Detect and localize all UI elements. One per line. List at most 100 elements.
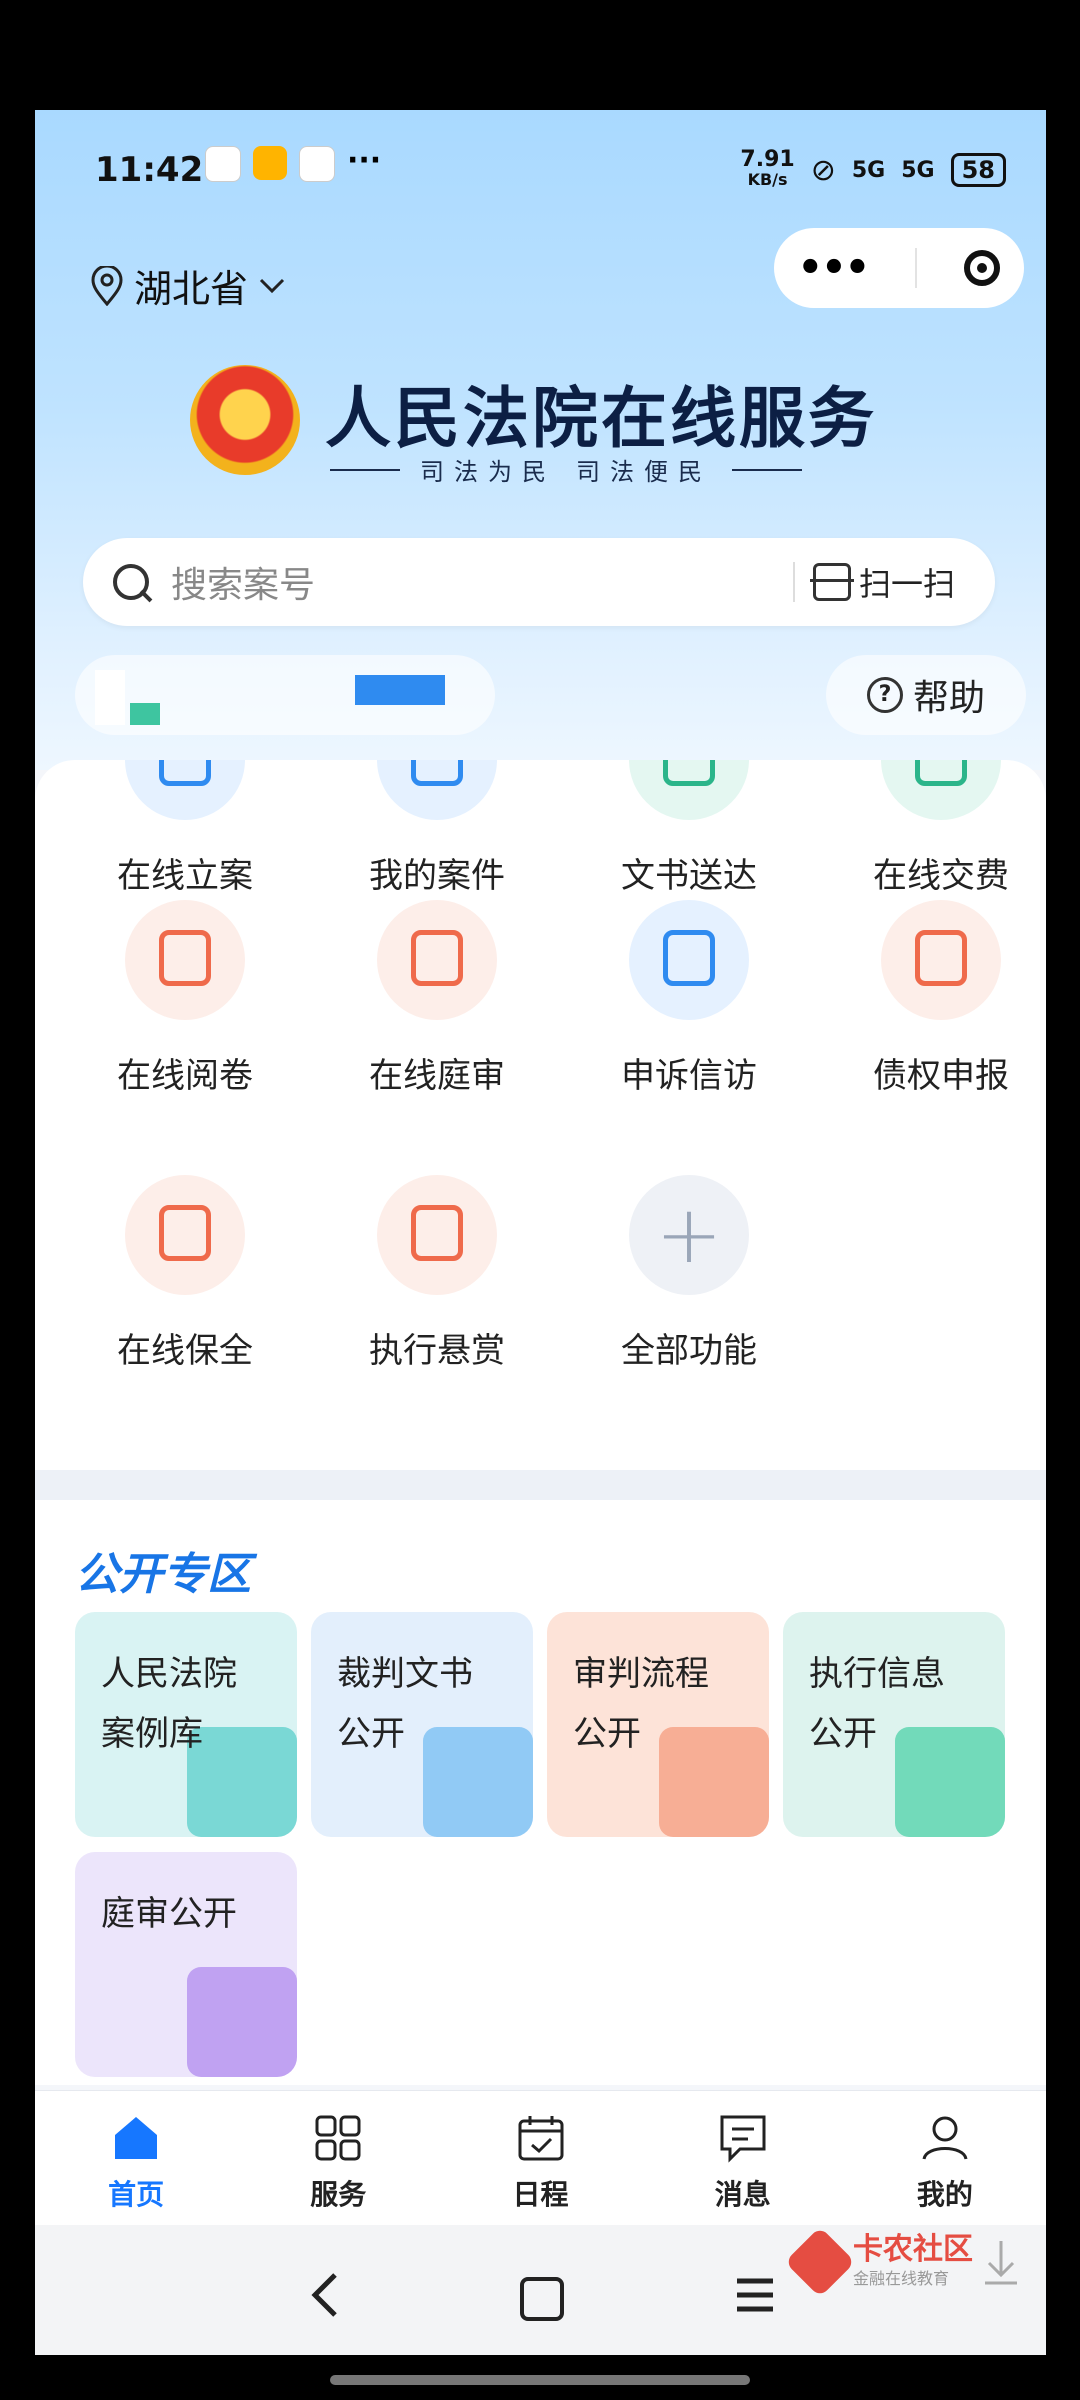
folder-icon xyxy=(377,760,497,820)
signal-1-icon: 5G xyxy=(851,157,886,183)
system-navbar: 卡农社区 金融在线教育 xyxy=(35,2225,1046,2355)
court-emblem-icon xyxy=(190,365,300,475)
location-selector[interactable]: 湖北省 xyxy=(90,258,286,313)
tab-label: 服务 xyxy=(310,2178,367,2211)
menu-nav-icon[interactable] xyxy=(735,2275,775,2315)
search-divider xyxy=(792,562,795,602)
function-label: 在线立案 xyxy=(117,856,253,896)
function-money-bag[interactable]: 执行悬赏 xyxy=(311,1175,563,1372)
net-speed: 7.91 KB/s xyxy=(740,147,795,190)
function-label: 执行悬赏 xyxy=(369,1331,505,1371)
card-title: 审判流程 xyxy=(573,1654,709,1694)
back-nav-icon[interactable] xyxy=(305,2270,345,2320)
function-label: 债权申报 xyxy=(873,1056,1009,1096)
bottom-tabbar: 首页 服务 日程 消息 我的 xyxy=(35,2090,1046,2226)
signal-2-icon: 5G xyxy=(901,157,935,183)
petition-icon xyxy=(629,900,749,1020)
function-gavel-monitor[interactable]: 在线庭审 xyxy=(311,900,563,1097)
reading-icon xyxy=(125,900,245,1020)
function-yuan-document[interactable]: 债权申报 xyxy=(815,900,1046,1097)
home-icon xyxy=(111,2113,161,2163)
public-card[interactable]: 裁判文书 公开 xyxy=(311,1612,533,1837)
watermark-logo xyxy=(784,2226,856,2298)
function-folder[interactable]: 我的案件 xyxy=(311,700,563,897)
home-nav-icon[interactable] xyxy=(520,2277,564,2321)
public-section-title: 公开专区 xyxy=(75,1549,251,1600)
card-title: 人民法院 xyxy=(101,1654,237,1694)
close-miniapp-button[interactable] xyxy=(964,250,1001,286)
card-subtitle: 公开 xyxy=(809,1714,877,1754)
more-notifications-icon: ··· xyxy=(347,143,382,178)
section-divider xyxy=(35,1470,1046,1500)
location-label: 湖北省 xyxy=(134,267,249,311)
function-label: 在线保全 xyxy=(117,1331,253,1371)
gavel-monitor-icon xyxy=(377,900,497,1020)
function-file[interactable]: 在线立案 xyxy=(59,700,311,897)
card-illustration-icon xyxy=(187,1967,297,2077)
mail-check-icon xyxy=(629,760,749,820)
search-input[interactable]: 搜索案号 xyxy=(171,556,793,608)
function-label: 在线阅卷 xyxy=(117,1056,253,1096)
tab-grid[interactable]: 服务 xyxy=(237,2091,439,2226)
gesture-pill xyxy=(330,2375,750,2385)
notes-app-icon xyxy=(253,146,287,180)
search-bar[interactable]: 搜索案号 扫一扫 xyxy=(83,538,995,626)
function-shield[interactable]: 在线保全 xyxy=(59,1175,311,1372)
public-card[interactable]: 执行信息 公开 xyxy=(783,1612,1005,1837)
hotspot-icon: ⊘ xyxy=(810,152,836,188)
tab-calendar[interactable]: 日程 xyxy=(439,2091,641,2226)
watermark-name: 卡农社区 xyxy=(853,2232,973,2267)
tab-message[interactable]: 消息 xyxy=(642,2091,844,2226)
function-payment[interactable]: 在线交费 xyxy=(815,700,1046,897)
more-menu-button[interactable]: ••• xyxy=(798,245,871,291)
slogan-right: 司法便民 xyxy=(576,458,712,486)
status-time: 11:42 xyxy=(95,150,204,190)
slogan-line-left xyxy=(330,468,400,471)
tab-home[interactable]: 首页 xyxy=(35,2091,237,2226)
slogan-left: 司法为民 xyxy=(420,458,556,486)
hero-header: 11:42 ··· 7.91 KB/s ⊘ 5G 5G 58 湖北省 ••• 人… xyxy=(35,110,1046,770)
card-subtitle: 公开 xyxy=(337,1714,405,1754)
function-plus[interactable]: + 全部功能 xyxy=(563,1175,815,1372)
function-label: 文书送达 xyxy=(621,856,757,896)
app-title: 人民法院在线服务 xyxy=(325,380,877,457)
status-notification-icons: ··· xyxy=(205,146,381,182)
scan-label: 扫一扫 xyxy=(858,565,955,603)
function-panel: 在线立案 我的案件 文书送达 在线交费 在线阅卷 在线庭审 申诉信访 债权申报 在线保全 执行悬赏… xyxy=(35,760,1046,1470)
watermark: 卡农社区 金融在线教育 xyxy=(784,2226,1021,2298)
calendar-icon xyxy=(516,2113,566,2163)
public-card[interactable]: 人民法院 案例库 xyxy=(75,1612,297,1837)
watermark-sub: 金融在线教育 xyxy=(853,2269,950,2288)
tab-label: 消息 xyxy=(714,2178,771,2211)
scan-button[interactable]: 扫一扫 xyxy=(809,559,955,605)
battery-indicator: 58 xyxy=(950,153,1006,187)
card-title: 裁判文书 xyxy=(337,1654,473,1694)
card-subtitle: 公开 xyxy=(573,1714,641,1754)
status-right: 7.91 KB/s ⊘ 5G 5G 58 xyxy=(740,147,1006,190)
download-icon xyxy=(985,2241,1017,2285)
function-label: 在线庭审 xyxy=(369,1056,505,1096)
calendar-app-icon xyxy=(205,146,241,182)
plus-icon: + xyxy=(629,1175,749,1295)
public-card[interactable]: 审判流程 公开 xyxy=(547,1612,769,1837)
grid-icon xyxy=(313,2113,363,2163)
file-icon xyxy=(125,760,245,820)
scan-icon xyxy=(809,563,854,601)
function-label: 我的案件 xyxy=(369,856,505,896)
yuan-document-icon xyxy=(881,900,1001,1020)
public-card[interactable]: 庭审公开 xyxy=(75,1852,297,2077)
chevron-down-icon xyxy=(259,278,285,293)
tab-user[interactable]: 我的 xyxy=(844,2091,1046,2226)
function-petition[interactable]: 申诉信访 xyxy=(563,900,815,1097)
function-reading[interactable]: 在线阅卷 xyxy=(59,900,311,1097)
location-pin-icon xyxy=(91,265,123,306)
search-icon xyxy=(113,564,149,600)
tab-label: 首页 xyxy=(108,2178,165,2211)
message-icon xyxy=(718,2113,768,2163)
tab-label: 日程 xyxy=(512,2178,569,2211)
card-title: 执行信息 xyxy=(809,1654,945,1694)
money-bag-icon xyxy=(377,1175,497,1295)
capsule-divider xyxy=(915,248,918,288)
app-screen: 11:42 ··· 7.91 KB/s ⊘ 5G 5G 58 湖北省 ••• 人… xyxy=(35,110,1046,2355)
function-mail-check[interactable]: 文书送达 xyxy=(563,700,815,897)
